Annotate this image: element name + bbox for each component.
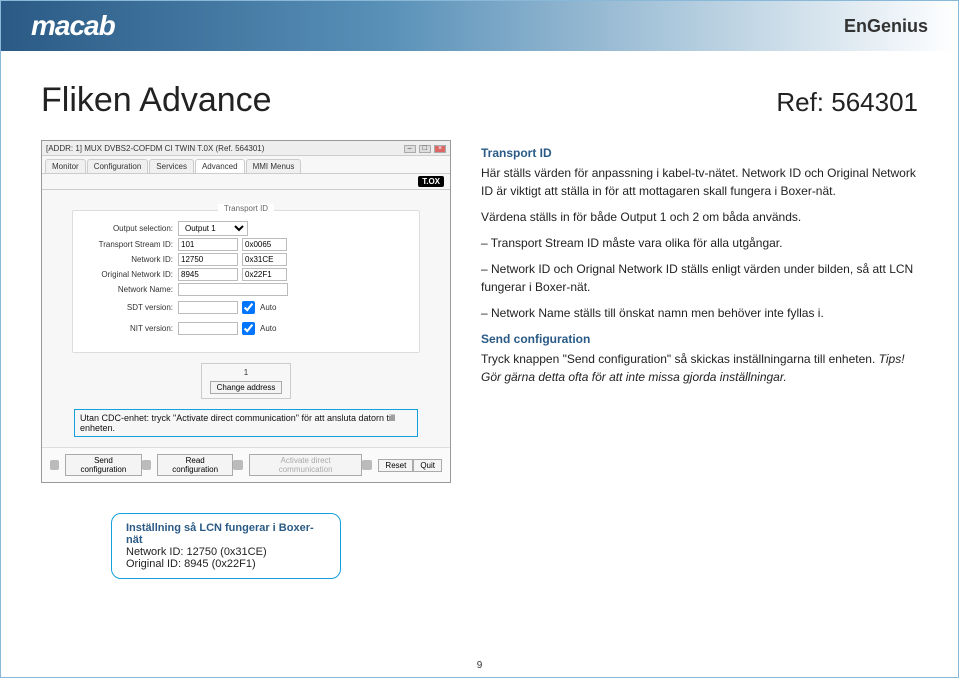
tab-mmi[interactable]: MMI Menus bbox=[246, 159, 302, 173]
net-id-label: Network ID: bbox=[83, 255, 178, 264]
nit-input[interactable] bbox=[178, 322, 238, 335]
tip-box: Inställning så LCN fungerar i Boxer-nät … bbox=[111, 513, 341, 579]
page-ref: Ref: 564301 bbox=[776, 87, 918, 118]
orig-id-input[interactable] bbox=[178, 268, 238, 281]
orig-id-hex[interactable] bbox=[242, 268, 287, 281]
page-title: Fliken Advance bbox=[41, 81, 272, 120]
header-bar: macab EnGenius bbox=[1, 1, 958, 51]
sdt-label: SDT version: bbox=[83, 303, 178, 312]
activate-button[interactable]: Activate direct communication bbox=[249, 454, 363, 476]
read-icon bbox=[142, 460, 151, 470]
tip-line1: Network ID: 12750 (0x31CE) bbox=[126, 546, 326, 558]
nit-auto-label: Auto bbox=[260, 324, 276, 333]
tab-bar: Monitor Configuration Services Advanced … bbox=[42, 156, 450, 174]
ts-id-label: Transport Stream ID: bbox=[83, 240, 178, 249]
output-select[interactable]: Output 1 bbox=[178, 221, 248, 236]
link-icon bbox=[233, 460, 242, 470]
orig-id-label: Original Network ID: bbox=[83, 270, 178, 279]
desc-send-a: Tryck knappen "Send configuration" så sk… bbox=[481, 352, 879, 366]
send-icon bbox=[50, 460, 59, 470]
desc-l3: – Network Name ställs till önskat namn m… bbox=[481, 304, 918, 322]
desc-send: Tryck knappen "Send configuration" så sk… bbox=[481, 350, 918, 386]
read-config-button[interactable]: Read configuration bbox=[157, 454, 234, 476]
window-title: [ADDR: 1] MUX DVBS2-COFDM CI TWIN T.0X (… bbox=[46, 144, 264, 153]
address-value: 1 bbox=[210, 368, 283, 377]
desc-p1: Här ställs värden för anpassning i kabel… bbox=[481, 164, 918, 200]
transport-id-panel: Transport ID Output selection: Output 1 … bbox=[72, 210, 420, 353]
tab-monitor[interactable]: Monitor bbox=[45, 159, 86, 173]
desc-send-c: Gör gärna detta ofta för att inte missa … bbox=[481, 370, 787, 384]
tab-configuration[interactable]: Configuration bbox=[87, 159, 149, 173]
send-config-button[interactable]: Send configuration bbox=[65, 454, 141, 476]
sdt-auto-checkbox[interactable] bbox=[242, 301, 255, 314]
sdt-auto-label: Auto bbox=[260, 303, 276, 312]
desc-send-tips: Tips! bbox=[879, 352, 905, 366]
logo-macab: macab bbox=[31, 10, 115, 42]
ts-id-hex[interactable] bbox=[242, 238, 287, 251]
nit-label: NIT version: bbox=[83, 324, 178, 333]
change-address-box: 1 Change address bbox=[72, 363, 420, 399]
tip-line2: Original ID: 8945 (0x22F1) bbox=[126, 558, 326, 570]
close-icon[interactable]: × bbox=[434, 145, 446, 153]
window-titlebar: [ADDR: 1] MUX DVBS2-COFDM CI TWIN T.0X (… bbox=[42, 141, 450, 156]
quit-button[interactable]: Quit bbox=[413, 459, 442, 472]
net-name-input[interactable] bbox=[178, 283, 288, 296]
net-id-hex[interactable] bbox=[242, 253, 287, 266]
desc-l2: – Network ID och Orignal Network ID stäl… bbox=[481, 260, 918, 296]
ts-id-input[interactable] bbox=[178, 238, 238, 251]
tab-advanced[interactable]: Advanced bbox=[195, 159, 245, 173]
section-title-transport: Transport ID bbox=[481, 144, 918, 162]
logo-engenius: EnGenius bbox=[844, 16, 928, 37]
minimize-icon[interactable]: – bbox=[404, 145, 416, 153]
sdt-input[interactable] bbox=[178, 301, 238, 314]
bottom-button-bar: Send configuration Read configuration Ac… bbox=[42, 447, 450, 482]
desc-l1: – Transport Stream ID måste vara olika f… bbox=[481, 234, 918, 252]
nit-auto-checkbox[interactable] bbox=[242, 322, 255, 335]
reset-icon bbox=[362, 460, 372, 470]
maximize-icon[interactable]: □ bbox=[419, 145, 431, 153]
note-box: Utan CDC-enhet: tryck "Activate direct c… bbox=[74, 409, 418, 437]
net-id-input[interactable] bbox=[178, 253, 238, 266]
tip-title: Inställning så LCN fungerar i Boxer-nät bbox=[126, 522, 326, 546]
tox-badge: T.OX bbox=[418, 176, 444, 187]
section-title-send: Send configuration bbox=[481, 330, 918, 348]
app-window: [ADDR: 1] MUX DVBS2-COFDM CI TWIN T.0X (… bbox=[41, 140, 451, 483]
window-buttons: – □ × bbox=[403, 143, 446, 153]
tab-services[interactable]: Services bbox=[149, 159, 194, 173]
reset-button[interactable]: Reset bbox=[378, 459, 413, 472]
change-address-button[interactable]: Change address bbox=[210, 381, 283, 394]
output-select-label: Output selection: bbox=[83, 224, 178, 233]
panel-title: Transport ID bbox=[218, 204, 274, 213]
desc-p2: Värdena ställs in för både Output 1 och … bbox=[481, 208, 918, 226]
page-number: 9 bbox=[477, 660, 483, 671]
net-name-label: Network Name: bbox=[83, 285, 178, 294]
description-column: Transport ID Här ställs värden för anpas… bbox=[481, 140, 918, 483]
